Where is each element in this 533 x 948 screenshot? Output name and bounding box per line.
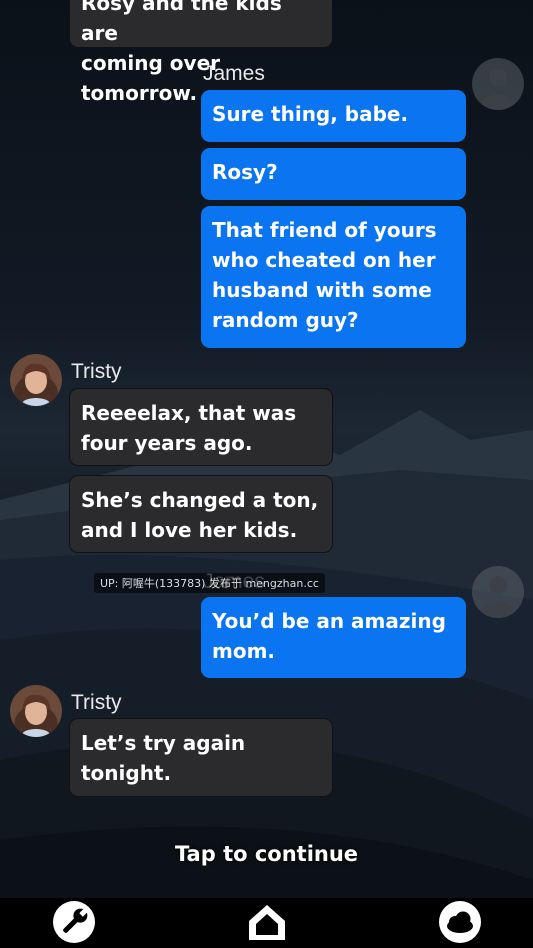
wrench-icon xyxy=(53,901,95,943)
cloud-save-button[interactable] xyxy=(438,900,482,944)
home-icon xyxy=(249,905,285,940)
home-button[interactable] xyxy=(245,900,289,944)
message-bubble-outgoing: You’d be an amazing mom. xyxy=(201,597,466,678)
message-bubble-incoming: She’s changed a ton, and I love her kids… xyxy=(69,475,333,553)
message-bubble-incoming: Rosy and the kids are coming over tomorr… xyxy=(69,0,333,105)
tristy-avatar xyxy=(10,354,62,406)
sender-name-tristy: Tristy xyxy=(71,691,122,714)
james-avatar-placeholder xyxy=(472,566,524,618)
tristy-avatar xyxy=(10,685,62,737)
message-bubble-incoming: Let’s try again tonight. xyxy=(69,718,333,797)
cloud-icon xyxy=(439,901,481,943)
settings-button[interactable] xyxy=(52,900,96,944)
tap-to-continue-prompt[interactable]: Tap to continue xyxy=(0,842,533,866)
james-avatar-placeholder xyxy=(472,58,524,110)
message-bubble-incoming: Reeeelax, that was four years ago. xyxy=(69,388,333,466)
message-bubble-outgoing: Sure thing, babe. xyxy=(201,90,466,142)
sender-name-james: James xyxy=(203,62,265,85)
message-bubble-outgoing: That friend of yours who cheated on her … xyxy=(201,206,466,348)
watermark-overlay: UP: 阿喔牛(133783) 发布于 mengzhan.cc xyxy=(94,573,325,593)
message-bubble-outgoing: Rosy? xyxy=(201,148,466,200)
sender-name-tristy: Tristy xyxy=(71,360,122,383)
